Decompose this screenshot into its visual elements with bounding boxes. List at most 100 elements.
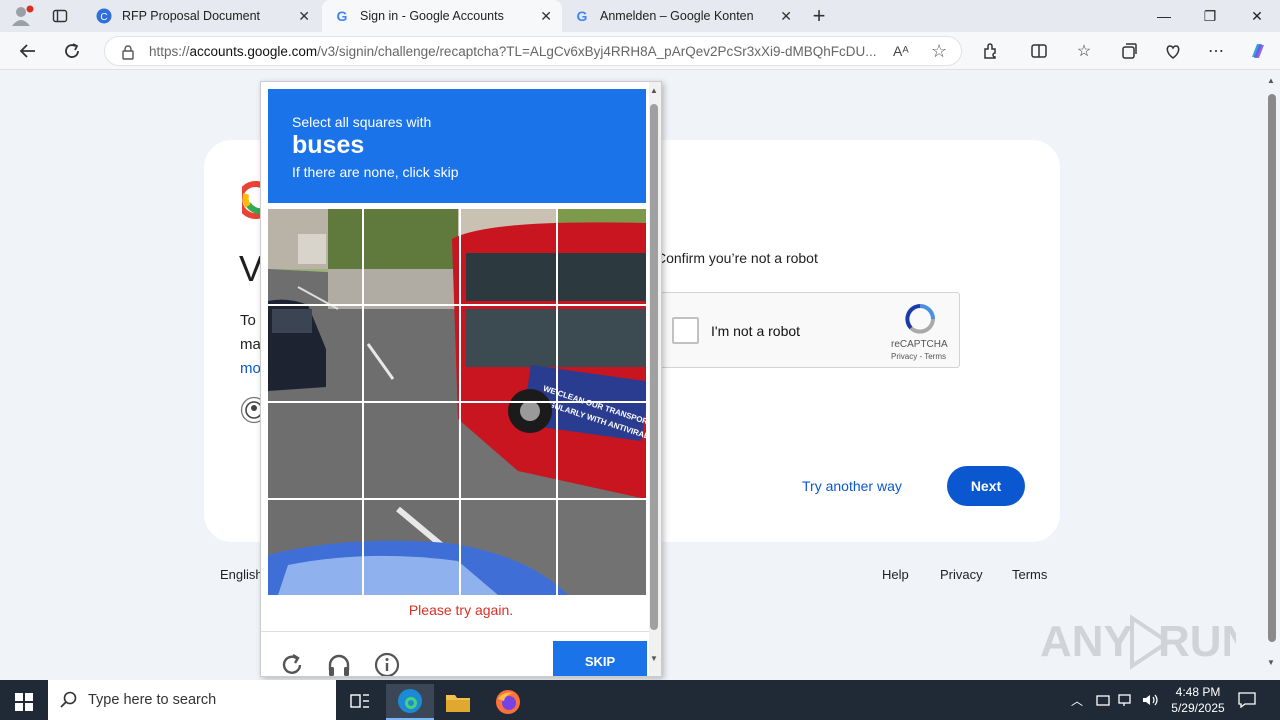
volume-icon[interactable] — [1142, 680, 1160, 720]
doc-favicon-icon: C — [96, 8, 112, 24]
search-icon — [60, 691, 78, 713]
windows-start-icon[interactable] — [0, 684, 48, 720]
more-menu-icon[interactable]: ⋯ — [1204, 39, 1228, 63]
challenge-scroll-thumb[interactable] — [650, 104, 658, 630]
grid-tile[interactable] — [364, 500, 459, 595]
collections-icon[interactable] — [1117, 39, 1141, 63]
firefox-icon[interactable] — [484, 684, 532, 720]
grid-tile[interactable] — [558, 209, 646, 305]
recaptcha-widget: I'm not a robot reCAPTCHA Privacy - Term… — [660, 292, 960, 368]
extensions-icon[interactable] — [979, 39, 1003, 63]
body-text-line1: To — [240, 312, 256, 329]
footer-help-link[interactable]: Help — [882, 567, 909, 582]
grid-tile[interactable] — [558, 403, 646, 498]
tab-label: RFP Proposal Document — [122, 9, 261, 23]
grid-tile[interactable] — [461, 403, 556, 498]
search-placeholder: Type here to search — [88, 692, 217, 708]
scroll-down-icon[interactable]: ▼ — [1267, 658, 1275, 667]
svg-text:ANY: ANY — [1040, 617, 1133, 666]
close-tab-icon[interactable]: ✕ — [540, 8, 552, 25]
page-scroll-thumb[interactable] — [1268, 94, 1276, 642]
challenge-scrollbar[interactable]: ▲ ▼ — [649, 82, 661, 676]
grid-tile[interactable] — [364, 306, 459, 401]
recaptcha-privacy-link[interactable]: Privacy — [891, 352, 917, 361]
page-scrollbar[interactable]: ▲ ▼ — [1264, 70, 1280, 680]
recaptcha-brand: reCAPTCHA — [891, 339, 948, 350]
split-screen-icon[interactable] — [1027, 39, 1051, 63]
language-selector[interactable]: English — [220, 567, 263, 582]
recaptcha-checkbox[interactable] — [672, 317, 699, 344]
grid-tile[interactable] — [461, 500, 556, 595]
grid-tile[interactable] — [268, 306, 363, 401]
network-icon[interactable] — [1118, 680, 1134, 720]
tab-actions-icon[interactable] — [52, 8, 68, 24]
scroll-down-icon[interactable]: ▼ — [650, 654, 658, 663]
tab-label: Anmelden – Google Konten — [600, 9, 754, 23]
try-another-way-link[interactable]: Try another way — [802, 478, 902, 494]
next-button[interactable]: Next — [947, 466, 1025, 506]
lock-icon[interactable] — [121, 44, 135, 63]
new-tab-icon[interactable]: + — [808, 4, 830, 28]
recaptcha-links: Privacy - Terms — [891, 352, 946, 361]
taskbar-search-input[interactable]: Type here to search — [48, 680, 336, 720]
task-view-icon[interactable] — [336, 684, 384, 720]
challenge-header: Select all squares with buses If there a… — [268, 89, 646, 203]
edge-app-icon[interactable] — [386, 684, 434, 720]
footer-divider — [261, 631, 649, 632]
tab-google-signin[interactable]: G Sign in - Google Accounts ✕ — [322, 0, 562, 32]
recaptcha-terms-link[interactable]: Terms — [924, 352, 946, 361]
skip-button[interactable]: SKIP — [553, 641, 647, 676]
profile-avatar-icon[interactable] — [10, 5, 34, 27]
address-bar[interactable]: https://accounts.google.com/v3/signin/ch… — [104, 36, 962, 66]
back-icon[interactable] — [16, 39, 40, 63]
target-object: buses — [292, 131, 365, 159]
anyrun-watermark: ANY RUN — [1040, 610, 1253, 674]
recaptcha-checkbox-label: I'm not a robot — [711, 323, 801, 339]
svg-text:G: G — [577, 8, 588, 24]
scroll-up-icon[interactable]: ▲ — [650, 86, 658, 95]
footer-privacy-link[interactable]: Privacy — [940, 567, 983, 582]
clock-time: 4:48 PM — [1175, 685, 1221, 699]
reload-challenge-icon[interactable] — [279, 652, 305, 676]
close-tab-icon[interactable]: ✕ — [780, 8, 792, 25]
grid-tile[interactable] — [268, 209, 363, 305]
grid-tile[interactable] — [364, 209, 459, 305]
learn-more-link[interactable]: mo — [240, 360, 261, 377]
info-icon[interactable] — [374, 652, 400, 676]
security-tray-icon[interactable] — [1096, 680, 1110, 720]
grid-tile[interactable] — [268, 500, 363, 595]
copilot-icon[interactable] — [1246, 39, 1270, 63]
google-favicon-icon: G — [574, 8, 590, 24]
grid-tile[interactable] — [364, 403, 459, 498]
browser-essentials-icon[interactable] — [1161, 39, 1185, 63]
grid-tile[interactable] — [268, 403, 363, 498]
error-message: Please try again. — [408, 602, 514, 618]
google-favicon-icon: G — [334, 8, 350, 24]
favorites-icon[interactable]: ☆ — [1072, 39, 1096, 63]
grid-tile[interactable] — [558, 500, 646, 595]
windows-taskbar: Type here to search ︿ 4:48 PM 5/29/2025 — [0, 680, 1280, 720]
tab-google-anmelden[interactable]: G Anmelden – Google Konten ✕ — [562, 0, 802, 32]
read-aloud-icon[interactable]: Aᴬ — [893, 43, 909, 59]
url-path: /v3/signin/challenge/recaptcha?TL=ALgCv6… — [317, 43, 877, 59]
tab-strip: C RFP Proposal Document ✕ G Sign in - Go… — [0, 0, 1280, 32]
close-tab-icon[interactable]: ✕ — [298, 8, 310, 25]
minimize-icon[interactable]: — — [1141, 0, 1187, 32]
grid-tile[interactable] — [461, 209, 556, 305]
restore-icon[interactable]: ❐ — [1187, 0, 1233, 32]
scroll-up-icon[interactable]: ▲ — [1267, 76, 1275, 85]
favorite-star-icon[interactable]: ☆ — [931, 41, 947, 62]
close-window-icon[interactable]: ✕ — [1234, 0, 1280, 32]
notifications-icon[interactable] — [1238, 680, 1256, 720]
grid-tile[interactable] — [461, 306, 556, 401]
svg-text:RUN: RUN — [1158, 617, 1236, 666]
url-domain: accounts.google.com — [189, 43, 318, 59]
grid-tile[interactable] — [558, 306, 646, 401]
clock[interactable]: 4:48 PM 5/29/2025 — [1166, 680, 1230, 720]
audio-challenge-icon[interactable] — [326, 652, 352, 676]
tab-rfp-proposal[interactable]: C RFP Proposal Document ✕ — [84, 0, 320, 32]
show-hidden-icons-icon[interactable]: ︿ — [1071, 680, 1083, 720]
footer-terms-link[interactable]: Terms — [1012, 567, 1047, 582]
file-explorer-icon[interactable] — [434, 684, 482, 720]
reload-icon[interactable] — [60, 39, 84, 63]
